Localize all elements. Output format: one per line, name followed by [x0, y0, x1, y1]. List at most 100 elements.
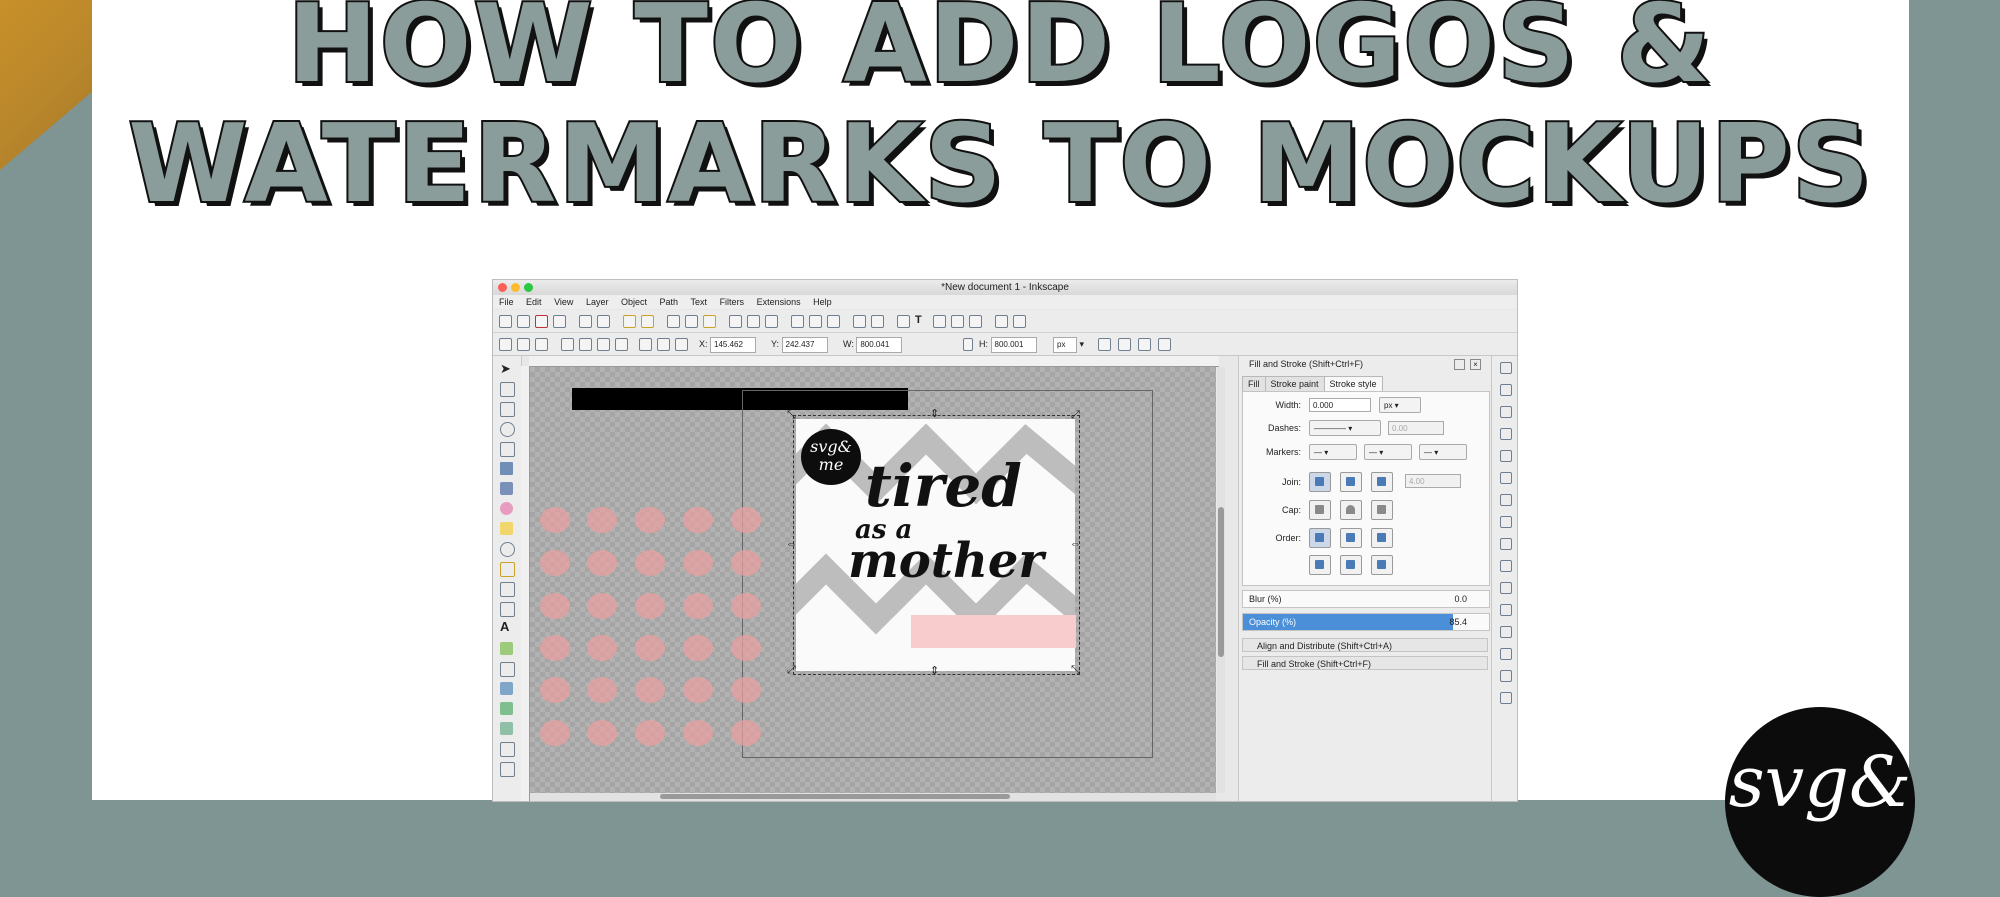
rectangle-tool-icon[interactable]: [500, 462, 513, 475]
stroke-width-input[interactable]: 0.000: [1309, 398, 1371, 412]
calligraphy-tool-icon[interactable]: [500, 602, 515, 617]
cap-butt-button[interactable]: [1309, 500, 1331, 520]
dash-offset-input[interactable]: 0.00: [1388, 421, 1444, 435]
tab-fill[interactable]: Fill: [1242, 376, 1266, 392]
scale-corners-icon[interactable]: [1118, 338, 1131, 351]
h-input[interactable]: 800.001: [990, 337, 1037, 353]
resize-handle-nw[interactable]: ⤡: [787, 410, 796, 421]
document-properties-icon[interactable]: [995, 315, 1008, 328]
order-stroke-markers-fill-button[interactable]: [1340, 555, 1362, 575]
snap-guide-icon[interactable]: [1500, 692, 1512, 704]
menu-help[interactable]: Help: [813, 297, 832, 307]
select-all-icon[interactable]: [499, 338, 512, 351]
unlink-clone-icon[interactable]: [827, 315, 840, 328]
eraser-tool-icon[interactable]: [500, 662, 515, 677]
order-markers-stroke-fill-button[interactable]: [1371, 555, 1393, 575]
snap-paths-icon[interactable]: [1500, 472, 1512, 484]
ungroup-icon[interactable]: [871, 315, 884, 328]
x-input[interactable]: 145.462: [710, 337, 757, 353]
close-window-button[interactable]: [498, 283, 507, 292]
pen-tool-icon[interactable]: [500, 582, 515, 597]
tab-stroke-style[interactable]: Stroke style: [1323, 376, 1383, 392]
selector-tool-icon[interactable]: ➤: [500, 362, 513, 375]
select-all-layers-icon[interactable]: [517, 338, 530, 351]
menu-file[interactable]: File: [499, 297, 514, 307]
preferences-icon[interactable]: [1013, 315, 1026, 328]
print-icon[interactable]: [553, 315, 566, 328]
menu-extensions[interactable]: Extensions: [757, 297, 801, 307]
order-markers-fill-stroke-button[interactable]: [1309, 555, 1331, 575]
ellipse-tool-icon[interactable]: [500, 502, 513, 515]
resize-handle-sw[interactable]: ⤢: [787, 665, 796, 676]
snap-bbox-edge-icon[interactable]: [1500, 406, 1512, 418]
snap-cusp-icon[interactable]: [1500, 516, 1512, 528]
dashes-select[interactable]: ———— ▾: [1309, 420, 1381, 436]
fill-stroke-icon[interactable]: [897, 315, 910, 328]
cap-round-button[interactable]: [1340, 500, 1362, 520]
star-tool-icon[interactable]: [500, 522, 513, 535]
snap-grid-icon[interactable]: [1500, 670, 1512, 682]
resize-handle-e[interactable]: ⇔: [1070, 539, 1081, 550]
text-font-icon[interactable]: T: [915, 315, 926, 326]
join-miter-button[interactable]: [1309, 472, 1331, 492]
lower-icon[interactable]: [675, 338, 688, 351]
w-input[interactable]: 800.041: [856, 337, 903, 353]
opacity-value[interactable]: 85.4: [1449, 614, 1467, 630]
unit-select[interactable]: px ▾: [1053, 337, 1084, 353]
open-icon[interactable]: [517, 315, 530, 328]
snap-bbox-corner-icon[interactable]: [1500, 428, 1512, 440]
tweak-tool-icon[interactable]: [500, 402, 515, 417]
resize-handle-se[interactable]: ⤡: [1071, 665, 1080, 676]
snap-smooth-icon[interactable]: [1500, 538, 1512, 550]
scroll-thumb[interactable]: [1218, 507, 1224, 657]
zoom-window-button[interactable]: [524, 283, 533, 292]
snap-midpoints-icon[interactable]: [1500, 560, 1512, 572]
resize-handle-s[interactable]: ⇕: [930, 666, 939, 677]
snap-intersections-icon[interactable]: [1500, 494, 1512, 506]
flip-vertical-icon[interactable]: [615, 338, 628, 351]
clone-icon[interactable]: [809, 315, 822, 328]
save-icon[interactable]: [535, 315, 548, 328]
pencil-tool-icon[interactable]: [500, 562, 515, 577]
menu-path[interactable]: Path: [660, 297, 679, 307]
mesh-tool-icon[interactable]: [500, 722, 513, 735]
canvas[interactable]: svg& me tired as a mother ⤡ ⇕ ⤢ ⇔ ⇔ ⤢ ⇕ …: [530, 367, 1216, 793]
mid-marker-select[interactable]: — ▾: [1364, 444, 1412, 460]
flip-horizontal-icon[interactable]: [597, 338, 610, 351]
end-marker-select[interactable]: — ▾: [1419, 444, 1467, 460]
zoom-tool-icon[interactable]: [500, 422, 515, 437]
import-icon[interactable]: [579, 315, 592, 328]
panel-float-icon[interactable]: [1454, 359, 1465, 370]
zoom-drawing-icon[interactable]: [747, 315, 760, 328]
align-distribute-icon[interactable]: [969, 315, 982, 328]
blur-slider[interactable]: Blur (%) 0.0: [1242, 590, 1490, 608]
dock-fill-stroke[interactable]: Fill and Stroke (Shift+Ctrl+F): [1242, 656, 1488, 670]
panel-close-icon[interactable]: ×: [1470, 359, 1481, 370]
cut-icon[interactable]: [685, 315, 698, 328]
snap-bbox-icon[interactable]: [1500, 384, 1512, 396]
rotate-cw-icon[interactable]: [579, 338, 592, 351]
minimize-window-button[interactable]: [511, 283, 520, 292]
order-stroke-fill-markers-button[interactable]: [1340, 528, 1362, 548]
xml-editor-icon[interactable]: [933, 315, 946, 328]
node-tool-icon[interactable]: [500, 382, 515, 397]
3d-box-tool-icon[interactable]: [500, 482, 513, 495]
join-bevel-button[interactable]: [1371, 472, 1393, 492]
zoom-page-icon[interactable]: [765, 315, 778, 328]
zoom-selection-icon[interactable]: [729, 315, 742, 328]
spiral-tool-icon[interactable]: [500, 542, 515, 557]
duplicate-icon[interactable]: [791, 315, 804, 328]
stroke-unit-select[interactable]: px ▾: [1379, 397, 1421, 413]
paste-icon[interactable]: [703, 315, 716, 328]
menu-view[interactable]: View: [554, 297, 573, 307]
menu-edit[interactable]: Edit: [526, 297, 542, 307]
order-fill-stroke-markers-button[interactable]: [1309, 528, 1331, 548]
snap-nodes-icon[interactable]: [1500, 450, 1512, 462]
export-icon[interactable]: [597, 315, 610, 328]
dock-align-distribute[interactable]: Align and Distribute (Shift+Ctrl+A): [1242, 638, 1488, 652]
blur-value[interactable]: 0.0: [1454, 591, 1467, 607]
raise-to-top-icon[interactable]: [639, 338, 652, 351]
resize-handle-w[interactable]: ⇔: [786, 539, 797, 550]
objects-icon[interactable]: [951, 315, 964, 328]
menu-text[interactable]: Text: [691, 297, 708, 307]
